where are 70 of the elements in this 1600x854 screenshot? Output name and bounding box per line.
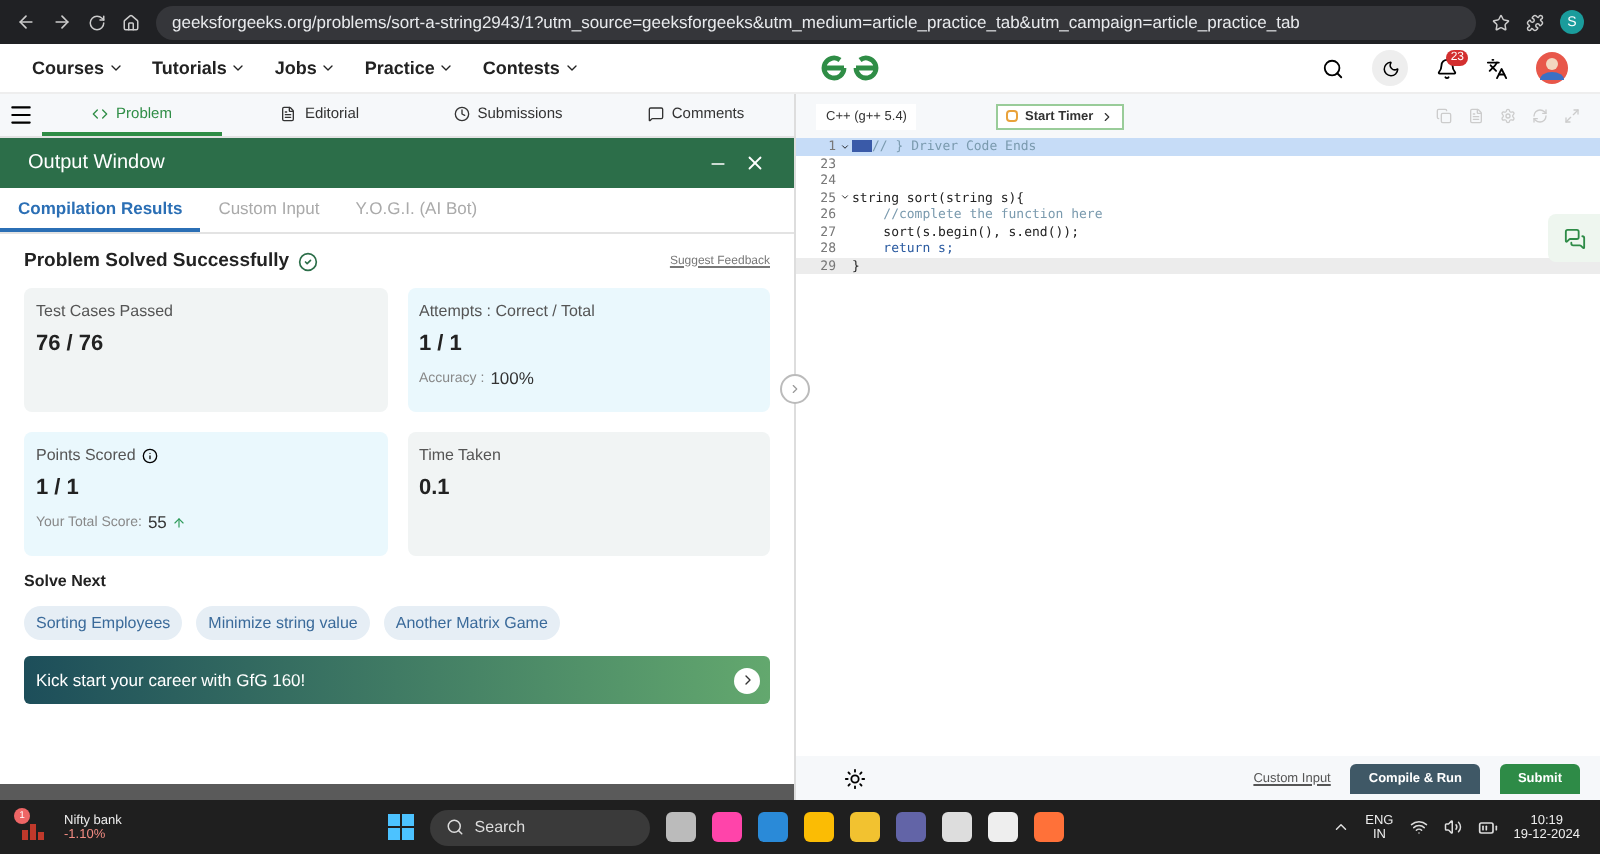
chevron-up-icon[interactable] bbox=[1331, 818, 1350, 836]
taskbar-app-icon[interactable] bbox=[1034, 812, 1065, 842]
card-label: Points Scored bbox=[36, 446, 136, 464]
search-icon[interactable] bbox=[1322, 57, 1344, 79]
taskbar-app-icon[interactable] bbox=[804, 812, 835, 842]
card-label: Time Taken bbox=[419, 446, 501, 464]
card-value: 0.1 bbox=[419, 476, 452, 500]
nav-menu-item[interactable]: Contests bbox=[482, 58, 580, 78]
chevron-down-icon bbox=[438, 60, 455, 76]
battery-icon[interactable] bbox=[1477, 817, 1498, 837]
search-icon bbox=[446, 818, 465, 836]
status-message: Problem Solved Successfully bbox=[24, 250, 290, 272]
windows-icon[interactable] bbox=[388, 814, 415, 840]
chat-button[interactable] bbox=[1548, 214, 1600, 262]
code-icon bbox=[92, 105, 109, 121]
nav-menu-item[interactable]: Practice bbox=[364, 58, 455, 78]
nav-menu-item[interactable]: Tutorials bbox=[152, 58, 247, 78]
taskbar-app-icon[interactable] bbox=[988, 812, 1019, 842]
fold-icon bbox=[840, 141, 850, 152]
dark-mode-toggle[interactable] bbox=[1372, 50, 1408, 86]
taskbar-app-icon[interactable] bbox=[666, 812, 697, 842]
card-label: Test Cases Passed bbox=[36, 302, 173, 320]
note-value: 55 bbox=[147, 512, 167, 532]
taskbar-app-icon[interactable] bbox=[850, 812, 881, 842]
reload-icon[interactable] bbox=[88, 13, 106, 31]
avatar-icon[interactable] bbox=[1536, 52, 1568, 84]
promo-banner[interactable]: Kick start your career with GfG 160! bbox=[24, 656, 770, 704]
nav-menu-item[interactable]: Jobs bbox=[274, 58, 337, 78]
chevron-right-icon bbox=[788, 382, 802, 396]
taskbar-app-icon[interactable] bbox=[942, 812, 973, 842]
star-icon[interactable] bbox=[1492, 13, 1510, 31]
text-selection bbox=[852, 140, 872, 153]
problem-chip[interactable]: Sorting Employees bbox=[24, 606, 183, 640]
wifi-icon[interactable] bbox=[1409, 818, 1428, 836]
note-value: 100% bbox=[490, 368, 534, 388]
problem-chip[interactable]: Another Matrix Game bbox=[383, 606, 560, 640]
moon-icon bbox=[1381, 59, 1399, 77]
back-icon[interactable] bbox=[16, 12, 36, 32]
forward-icon[interactable] bbox=[52, 12, 72, 32]
speaker-icon[interactable] bbox=[1443, 818, 1462, 836]
arrow-up-icon bbox=[172, 515, 187, 529]
close-icon[interactable] bbox=[744, 152, 766, 174]
card-value: 1 / 1 bbox=[36, 476, 81, 500]
clock-icon bbox=[453, 105, 470, 121]
home-icon[interactable] bbox=[122, 13, 140, 31]
section-heading: Solve Next bbox=[24, 572, 108, 590]
chevron-down-icon bbox=[230, 60, 247, 76]
chevron-down-icon bbox=[320, 60, 337, 76]
puzzle-icon[interactable] bbox=[1526, 13, 1544, 31]
document-icon bbox=[280, 105, 297, 121]
taskbar-search[interactable]: Search bbox=[430, 809, 651, 845]
chevron-down-icon bbox=[563, 60, 580, 76]
output-tab[interactable]: Compilation Results bbox=[0, 188, 201, 232]
card-value: 1 / 1 bbox=[419, 332, 464, 356]
chevron-down-icon bbox=[108, 60, 125, 76]
problem-chip[interactable]: Minimize string value bbox=[196, 606, 370, 640]
check-icon bbox=[297, 251, 318, 271]
card-label: Attempts : Correct / Total bbox=[419, 302, 595, 320]
nav-menu-item[interactable]: Courses bbox=[32, 58, 125, 78]
bell-icon[interactable] bbox=[1436, 57, 1458, 79]
address-bar[interactable]: geeksforgeeks.org/problems/sort-a-string2943/1?utm_source=geeksforgeeks&utm_medium=article_practice_tab&utm_campaign=article_practice_tab bbox=[156, 5, 1476, 39]
chat-icon bbox=[1563, 227, 1585, 249]
fold-icon bbox=[840, 192, 850, 203]
window-title: Output Window bbox=[28, 152, 165, 174]
translate-icon[interactable] bbox=[1486, 57, 1508, 79]
speech-bubble-icon bbox=[647, 105, 664, 121]
card-value: 76 / 76 bbox=[36, 332, 106, 356]
info-icon bbox=[141, 447, 158, 463]
sun-icon[interactable] bbox=[844, 767, 866, 789]
menu-icon[interactable] bbox=[8, 102, 34, 128]
